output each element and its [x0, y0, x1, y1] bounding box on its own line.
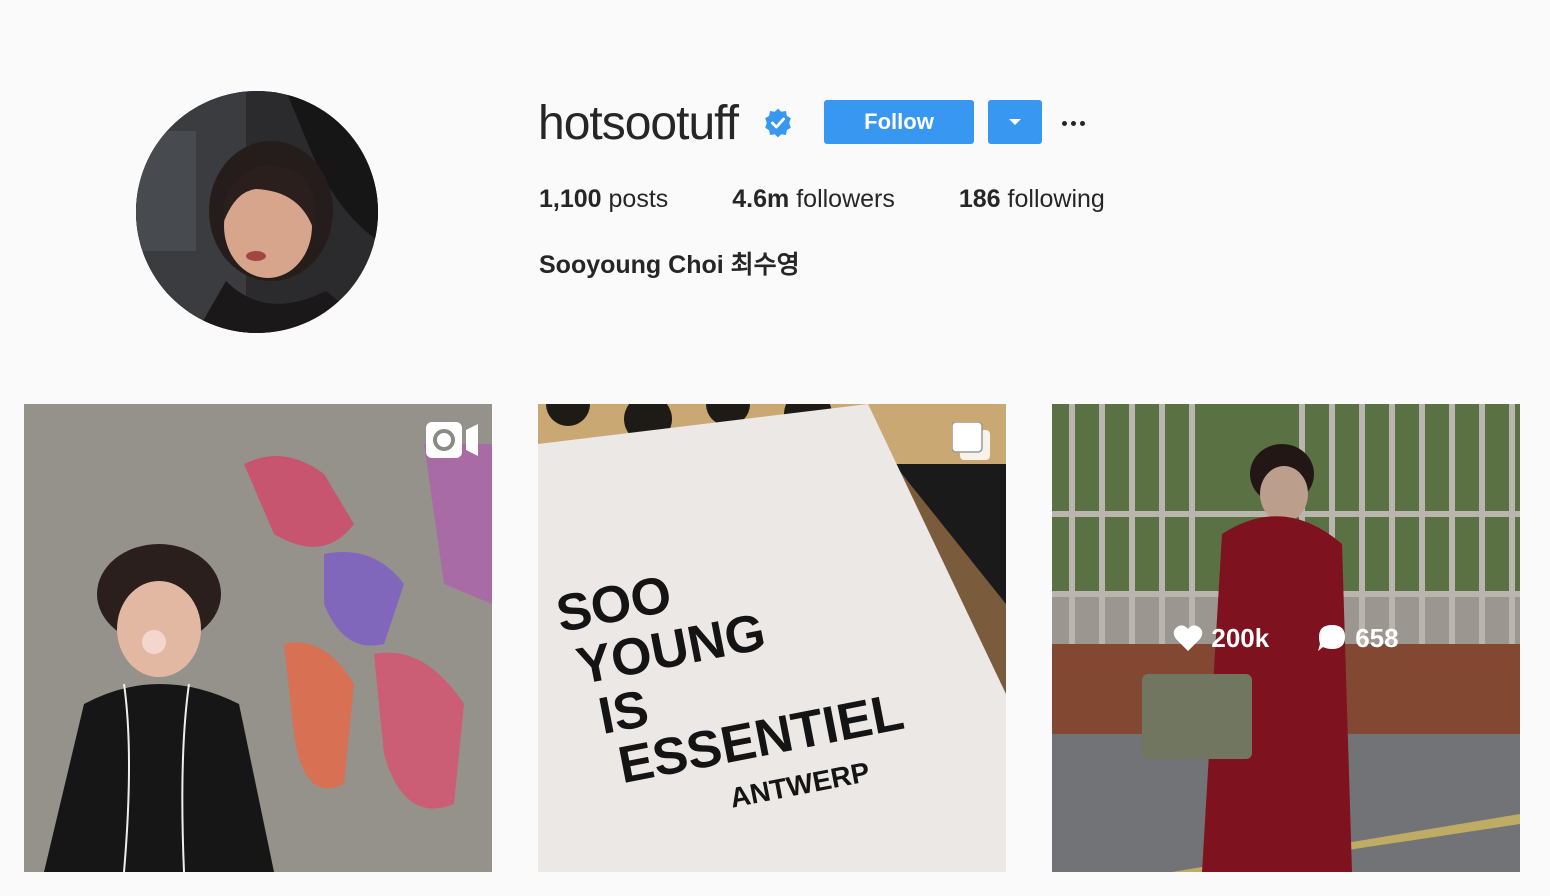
- post-hover-overlay: 200k 658: [1052, 404, 1520, 872]
- avatar-image: [136, 91, 378, 333]
- full-name: Sooyoung Choi 최수영: [539, 251, 800, 279]
- following-link[interactable]: 186 following: [959, 184, 1105, 214]
- post-thumbnail[interactable]: 200k 658: [1052, 404, 1520, 872]
- heart-icon: [1174, 625, 1203, 651]
- suggested-dropdown-button[interactable]: [988, 100, 1042, 144]
- posts-stat: 1,100 posts: [539, 184, 668, 214]
- caret-down-icon: [1009, 119, 1021, 125]
- post-thumbnail[interactable]: SOO YOUNG IS ESSENTIEL ANTWERP: [538, 404, 1006, 872]
- post-image: SOO YOUNG IS ESSENTIEL ANTWERP: [538, 404, 1006, 872]
- comment-bubble-icon: [1318, 625, 1346, 651]
- ellipsis-icon-dot: [1061, 120, 1067, 126]
- verified-badge-icon: [765, 108, 791, 138]
- posts-label: posts: [608, 185, 669, 213]
- followers-link[interactable]: 4.6m followers: [732, 184, 895, 214]
- more-options-button[interactable]: [1056, 106, 1090, 140]
- multiple-photos-icon: [952, 422, 990, 460]
- followers-count: 4.6m: [732, 185, 790, 213]
- ellipsis-icon-dot: [1079, 120, 1085, 126]
- likes-count: 200k: [1211, 622, 1270, 653]
- ellipsis-icon-dot: [1070, 120, 1076, 126]
- video-camera-icon: [426, 422, 478, 458]
- posts-count: 1,100: [539, 185, 602, 213]
- comments-stat: 658: [1317, 622, 1399, 654]
- post-thumbnail[interactable]: [24, 404, 492, 872]
- profile-avatar[interactable]: [136, 91, 378, 333]
- following-count: 186: [958, 185, 1001, 213]
- likes-stat: 200k: [1173, 623, 1269, 654]
- followers-label: followers: [796, 185, 895, 213]
- follow-button[interactable]: Follow: [824, 100, 974, 144]
- profile-stats: 1,100 posts 4.6m followers 186 following: [539, 184, 1169, 214]
- comments-count: 658: [1355, 622, 1399, 653]
- username: hotsootuff: [538, 97, 739, 150]
- post-image: [24, 404, 492, 872]
- following-label: following: [1007, 185, 1105, 213]
